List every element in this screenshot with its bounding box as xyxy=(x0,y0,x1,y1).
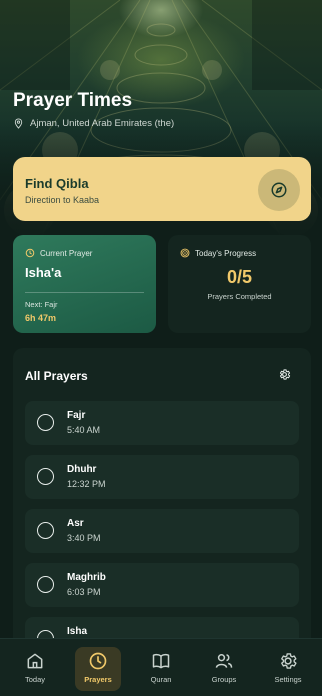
progress-value: 0/5 xyxy=(226,267,253,287)
page-title: Prayer Times xyxy=(13,90,133,111)
prayer-time: 5:40 AM xyxy=(67,425,101,435)
home-icon xyxy=(27,653,43,669)
prayer-time: 3:40 PM xyxy=(67,533,101,543)
all-prayers-panel: All Prayers Fajr 5:40 AM Dhuhr 12:32 PM … xyxy=(13,348,311,668)
prayer-row-asr[interactable]: Asr 3:40 PM xyxy=(25,509,299,553)
nav-item-today[interactable]: Today xyxy=(12,647,58,691)
prayer-checkbox[interactable] xyxy=(37,522,54,539)
prayer-checkbox[interactable] xyxy=(37,468,54,485)
compass-icon xyxy=(271,182,287,198)
users-icon xyxy=(215,654,233,668)
nav-item-groups[interactable]: Groups xyxy=(201,647,247,691)
bottom-nav: Today Prayers Quran Groups Settings xyxy=(0,638,322,696)
settings-gear-icon[interactable] xyxy=(278,368,291,381)
book-icon xyxy=(152,653,170,669)
location-row[interactable]: Ajman, United Arab Emirates (the) xyxy=(13,118,174,129)
todays-progress-card: Today's Progress 0/5 Prayers Completed xyxy=(168,235,311,333)
progress-label: Prayers Completed xyxy=(207,292,272,301)
progress-heading-row: Today's Progress xyxy=(180,248,256,258)
location-pin-icon xyxy=(14,118,23,129)
prayer-checkbox[interactable] xyxy=(37,576,54,593)
prayer-name: Fajr xyxy=(67,410,86,421)
prayer-name: Isha xyxy=(67,626,88,637)
nav-item-quran[interactable]: Quran xyxy=(138,647,184,691)
clock-icon xyxy=(89,652,107,670)
nav-item-settings[interactable]: Settings xyxy=(265,647,311,691)
nav-label: Prayers xyxy=(84,675,112,684)
compass-button[interactable] xyxy=(258,169,300,211)
prayer-time: 6:03 PM xyxy=(67,587,101,597)
nav-label: Settings xyxy=(274,675,302,684)
next-prayer-label: Next: Fajr xyxy=(25,300,58,309)
prayer-name: Asr xyxy=(67,518,84,529)
prayer-name: Maghrib xyxy=(67,572,106,583)
qibla-title: Find Qibla xyxy=(25,176,89,191)
prayer-row-fajr[interactable]: Fajr 5:40 AM xyxy=(25,401,299,445)
prayer-row-dhuhr[interactable]: Dhuhr 12:32 PM xyxy=(25,455,299,499)
prayer-time: 12:32 PM xyxy=(67,479,106,489)
prayer-row-maghrib[interactable]: Maghrib 6:03 PM xyxy=(25,563,299,607)
prayer-checkbox[interactable] xyxy=(37,414,54,431)
nav-label: Groups xyxy=(211,675,237,684)
current-prayer-name: Isha'a xyxy=(25,265,62,280)
find-qibla-card[interactable]: Find Qibla Direction to Kaaba xyxy=(13,157,311,221)
app-screen: Prayer Times Ajman, United Arab Emirates… xyxy=(0,0,322,696)
current-prayer-card: Current Prayer Isha'a Next: Fajr 6h 47m xyxy=(13,235,156,333)
current-prayer-heading-row: Current Prayer xyxy=(25,248,92,258)
nav-label: Quran xyxy=(150,675,172,684)
gear-icon xyxy=(281,653,297,669)
divider xyxy=(25,292,144,293)
current-prayer-heading: Current Prayer xyxy=(40,248,93,258)
progress-heading: Today's Progress xyxy=(195,248,257,258)
next-prayer-countdown: 6h 47m xyxy=(25,313,57,323)
prayer-name: Dhuhr xyxy=(67,464,97,475)
clock-icon xyxy=(25,248,35,258)
target-icon xyxy=(180,248,190,258)
nav-item-prayers[interactable]: Prayers xyxy=(75,647,121,691)
all-prayers-title: All Prayers xyxy=(25,369,88,383)
location-text: Ajman, United Arab Emirates (the) xyxy=(30,118,175,129)
qibla-subtitle: Direction to Kaaba xyxy=(25,195,100,205)
nav-label: Today xyxy=(24,675,45,684)
